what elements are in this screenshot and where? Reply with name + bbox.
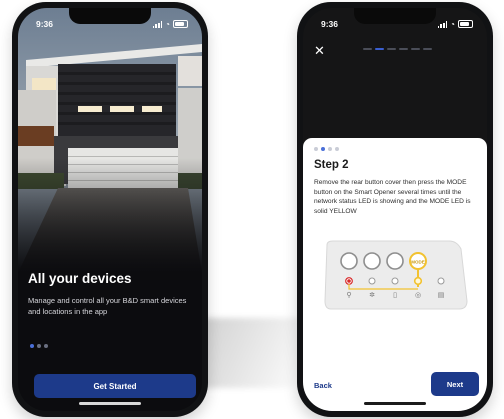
svg-text:▯: ▯ xyxy=(393,291,397,299)
onboarding-screen: 9:36 ◔ All your devices Manage and contr… xyxy=(18,8,202,411)
status-icons: ◔ xyxy=(152,19,188,29)
next-button[interactable]: Next xyxy=(431,372,479,396)
status-icons: ◔ xyxy=(437,19,473,29)
step-progress-bar xyxy=(363,48,432,50)
progress-segment xyxy=(399,48,408,50)
progress-segment xyxy=(363,48,372,50)
house-photo xyxy=(18,8,202,273)
step-dot xyxy=(321,147,325,151)
progress-segment xyxy=(411,48,420,50)
phone-left: 9:36 ◔ All your devices Manage and contr… xyxy=(12,2,208,417)
progress-segment xyxy=(423,48,432,50)
page-title: All your devices xyxy=(28,271,132,286)
page-dot xyxy=(44,344,48,348)
status-time: 9:36 xyxy=(321,19,339,29)
wifi-icon: ◔ xyxy=(165,19,170,29)
status-bar: 9:36 ◔ xyxy=(303,19,487,31)
back-button[interactable]: Back xyxy=(314,381,332,390)
wifi-icon: ◔ xyxy=(450,19,455,29)
step-dot xyxy=(328,147,332,151)
close-icon[interactable]: ✕ xyxy=(314,44,325,57)
step-dot xyxy=(335,147,339,151)
svg-text:◎: ◎ xyxy=(415,291,421,299)
signal-icon xyxy=(152,20,163,28)
button-icon-3 xyxy=(386,252,404,270)
get-started-button[interactable]: Get Started xyxy=(34,374,196,398)
home-indicator[interactable] xyxy=(79,402,141,405)
setup-step-screen: 9:36 ◔ ✕ Step 2 Remove the rear button c… xyxy=(303,8,487,411)
status-bar: 9:36 ◔ xyxy=(18,19,202,31)
battery-icon xyxy=(458,20,473,28)
button-icon-2 xyxy=(363,252,381,270)
page-dot xyxy=(37,344,41,348)
phone-right: 9:36 ◔ ✕ Step 2 Remove the rear button c… xyxy=(297,2,493,417)
svg-text:▤: ▤ xyxy=(438,291,445,299)
step-sheet: Step 2 Remove the rear button cover then… xyxy=(303,138,487,411)
signal-icon xyxy=(437,20,448,28)
step-dots xyxy=(314,147,339,151)
svg-text:✲: ✲ xyxy=(369,291,375,299)
smart-opener-diagram: MODE ⚲ ✲ ▯ ◎ ▤ xyxy=(324,240,468,310)
svg-text:⚲: ⚲ xyxy=(346,291,351,299)
status-time: 9:36 xyxy=(36,19,54,29)
step-instructions: Remove the rear button cover then press … xyxy=(314,179,471,215)
progress-segment xyxy=(387,48,396,50)
progress-segment xyxy=(375,48,384,50)
page-indicator xyxy=(30,344,48,348)
battery-icon xyxy=(173,20,188,28)
step-title: Step 2 xyxy=(314,159,349,171)
page-description: Manage and control all your B&D smart de… xyxy=(28,296,187,316)
step-dot xyxy=(314,147,318,151)
home-indicator[interactable] xyxy=(364,402,426,405)
page-dot xyxy=(30,344,34,348)
mode-button-label: MODE xyxy=(411,260,425,265)
button-icon-1 xyxy=(340,252,358,270)
